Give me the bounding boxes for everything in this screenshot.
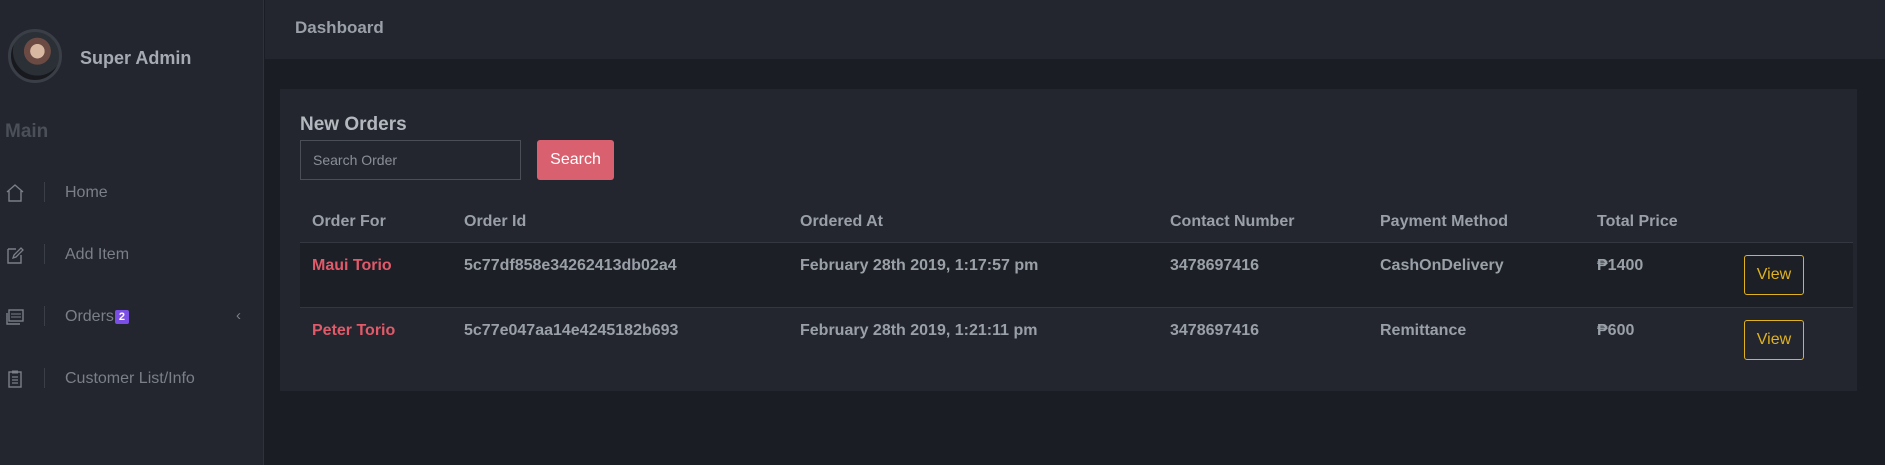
total-price-cell: ₱600 [1585,307,1732,372]
page-title: Dashboard [295,18,384,37]
edit-icon [7,247,24,264]
table-row: Maui Torio 5c77df858e34262413db02a4 Febr… [300,242,1853,308]
column-header-total-price: Total Price [1585,203,1732,243]
avatar[interactable] [8,29,62,83]
user-profile: Super Admin [0,0,264,115]
orders-table: Order For Order Id Ordered At Contact Nu… [300,203,1853,372]
order-id-cell: 5c77df858e34262413db02a4 [452,242,788,308]
sidebar-item-home[interactable]: Home [0,172,264,212]
actions-cell: View [1732,242,1853,308]
contact-number-cell: 3478697416 [1158,307,1368,372]
nav-separator [44,306,45,326]
sidebar-item-label: Add Item [65,246,130,263]
column-header-ordered-at: Ordered At [788,203,1158,243]
chevron-left-icon[interactable]: ‹ [236,307,241,324]
table-row: Peter Torio 5c77e047aa14e4245182b693 Feb… [300,307,1853,372]
new-orders-card: New Orders Search Order For Order Id Ord… [280,89,1857,391]
clipboard-icon [8,370,22,388]
payment-method-cell: Remittance [1368,307,1585,372]
column-header-actions [1732,203,1853,243]
actions-cell: View [1732,307,1853,372]
order-for-cell[interactable]: Maui Torio [300,242,452,308]
search-order-input[interactable] [300,140,521,180]
nav-separator [44,368,45,388]
orders-count-badge: 2 [114,310,130,324]
top-header: Dashboard [265,0,1885,59]
search-button[interactable]: Search [537,140,614,180]
order-id-cell: 5c77e047aa14e4245182b693 [452,307,788,372]
home-icon [6,184,24,202]
order-for-cell[interactable]: Peter Torio [300,307,452,372]
sidebar-item-add-item[interactable]: Add Item [0,234,264,274]
ordered-at-cell: February 28th 2019, 1:21:11 pm [788,307,1158,372]
view-order-button[interactable]: View [1744,319,1804,360]
sidebar-item-label: Orders 2 [65,308,130,326]
column-header-order-id: Order Id [452,203,788,243]
total-price-cell: ₱1400 [1585,242,1732,308]
view-order-button[interactable]: View [1744,254,1804,295]
column-header-payment-method: Payment Method [1368,203,1585,243]
sidebar-section-label: Main [5,121,49,142]
profile-name: Super Admin [80,48,192,68]
orders-icon [6,309,24,325]
sidebar-item-label: Customer List/Info [65,370,195,387]
contact-number-cell: 3478697416 [1158,242,1368,308]
card-title: New Orders [300,114,407,135]
nav-separator [44,182,45,202]
payment-method-cell: CashOnDelivery [1368,242,1585,308]
table-header-row: Order For Order Id Ordered At Contact Nu… [300,203,1853,243]
sidebar-item-orders[interactable]: Orders 2 ‹ [0,296,264,336]
sidebar-item-customer-list[interactable]: Customer List/Info [0,358,264,398]
sidebar-item-label: Home [65,184,108,201]
ordered-at-cell: February 28th 2019, 1:17:57 pm [788,242,1158,308]
column-header-contact-number: Contact Number [1158,203,1368,243]
sidebar: Super Admin Main Home Add Item Orders 2 ‹ [0,0,264,465]
column-header-order-for: Order For [300,203,452,243]
nav-separator [44,244,45,264]
